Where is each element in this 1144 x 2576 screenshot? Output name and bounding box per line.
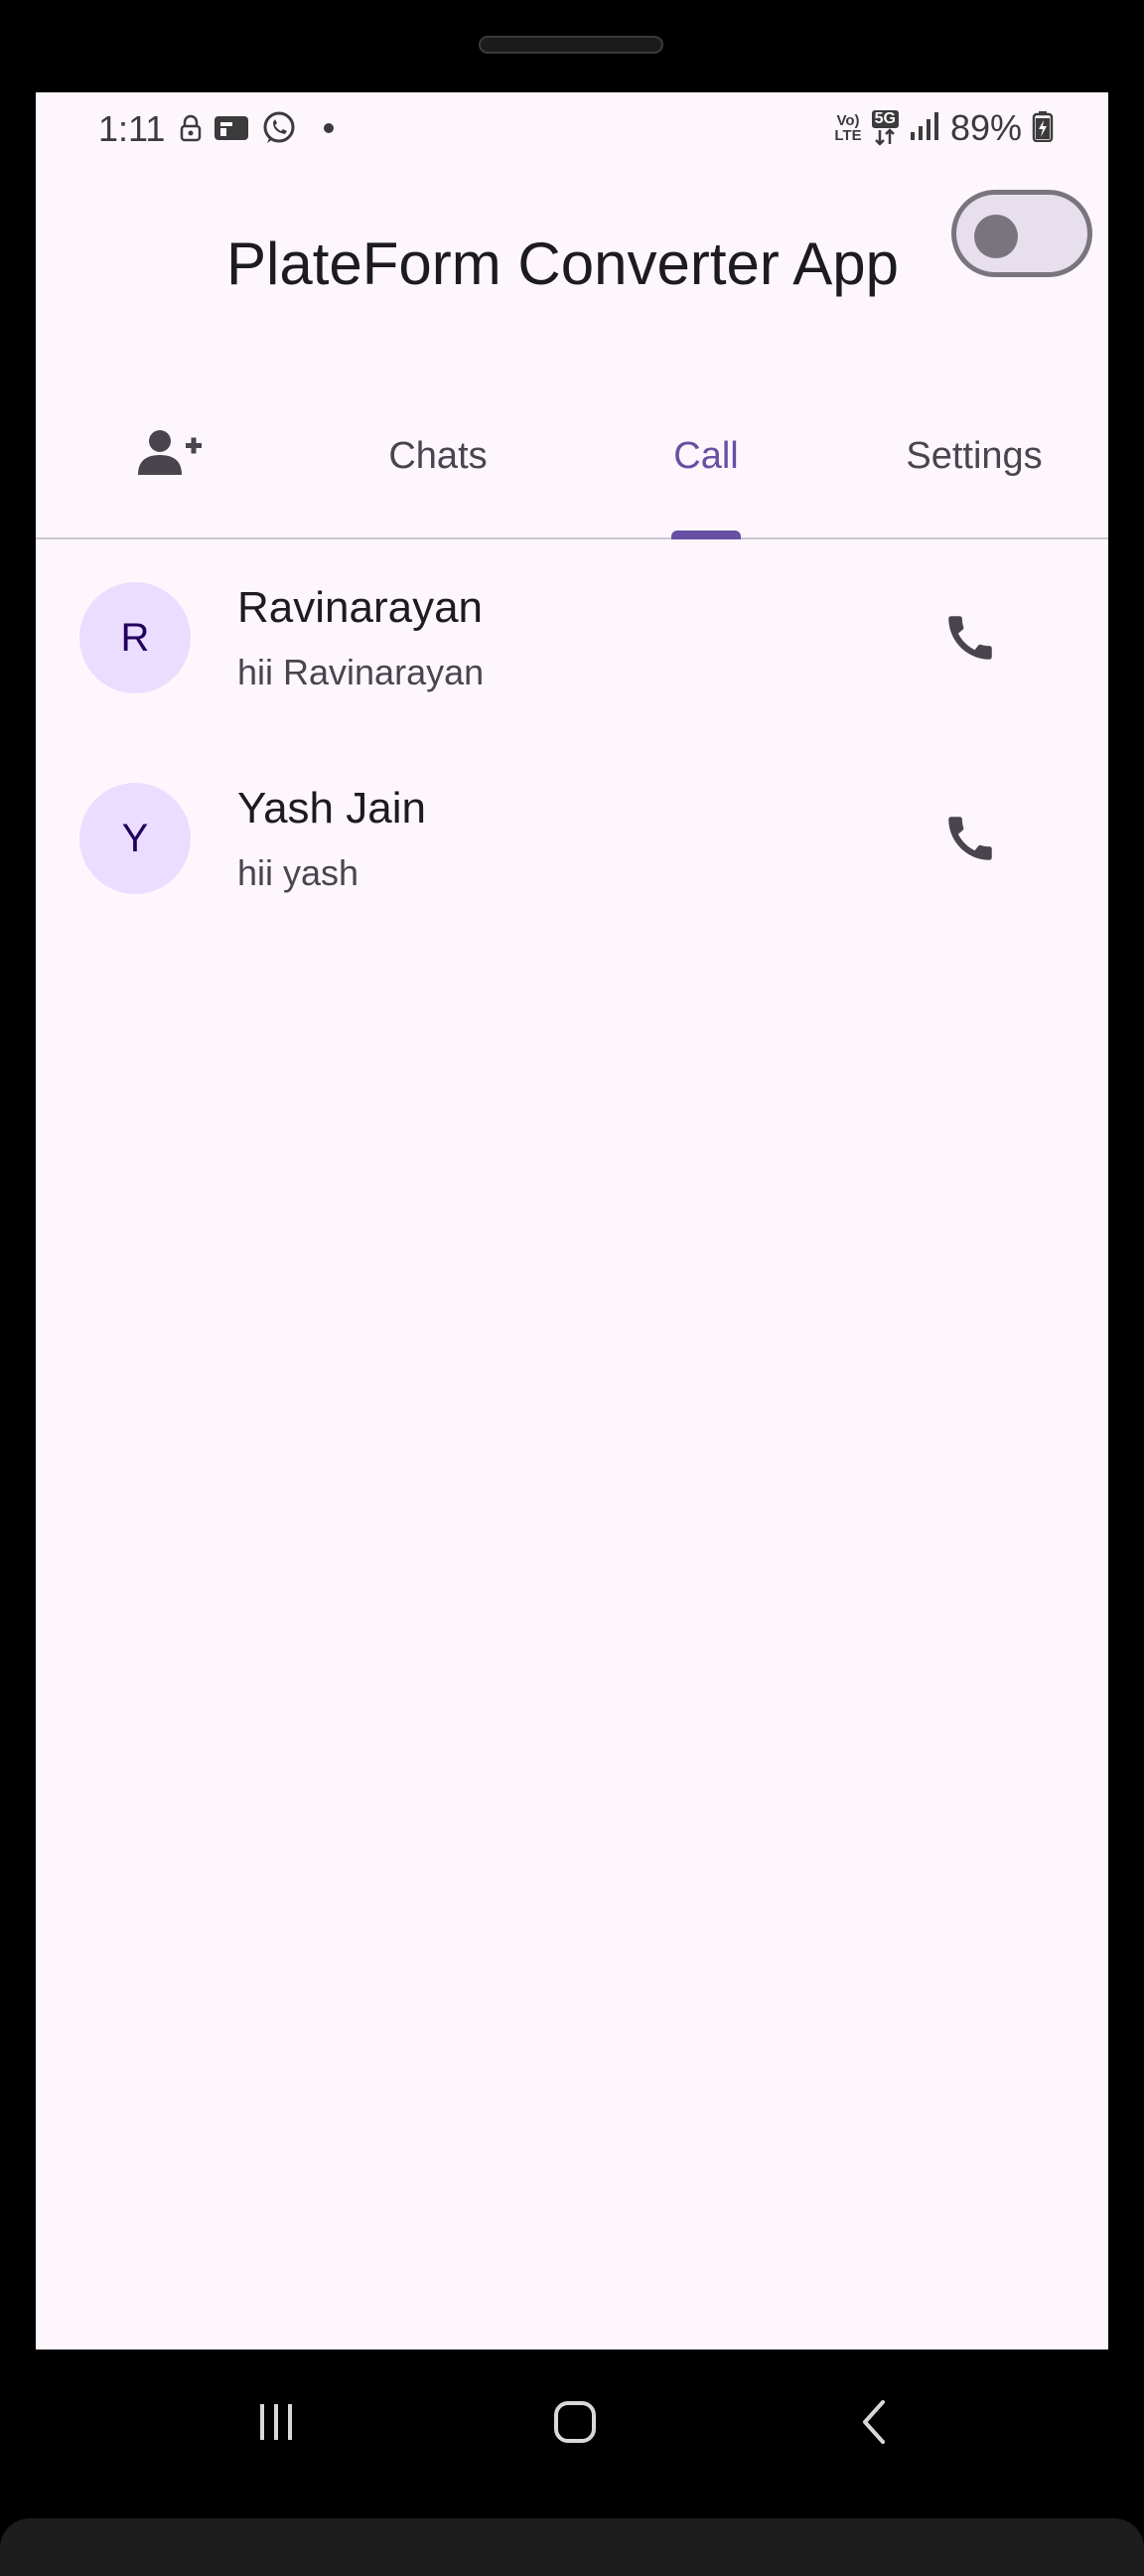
screen: 1:11 Vo) LTE 5G 89% PlateForm Converter … [36,92,1108,2349]
status-time: 1:11 [98,108,166,149]
tab-bar: Chats Call Settings [36,376,1108,539]
phone-icon [941,609,999,672]
back-icon [853,2398,901,2451]
network-5g-icon: 5G [871,110,899,146]
contact-name: Yash Jain [237,784,426,833]
more-notifications-dot-icon [309,121,339,140]
earpiece-speaker [479,36,663,54]
tab-settings[interactable]: Settings [840,376,1108,537]
back-button[interactable] [842,2389,912,2459]
contact-message: hii yash [237,852,359,893]
list-item[interactable]: R Ravinarayan hii Ravinarayan [36,539,1108,740]
platform-toggle-switch[interactable] [951,190,1092,277]
volte-indicator: Vo) LTE [834,112,862,144]
recents-icon [252,2398,300,2451]
avatar: R [79,582,191,693]
call-list: R Ravinarayan hii Ravinarayan Y Yash Jai… [36,539,1108,941]
toggle-knob [974,215,1018,258]
app-title: PlateForm Converter App [226,230,899,297]
system-navigation-bar [36,2349,1108,2491]
recents-button[interactable] [241,2389,311,2459]
bottom-bezel [0,2518,1144,2576]
battery-percentage: 89% [949,107,1022,148]
status-bar: 1:11 Vo) LTE 5G 89% [36,92,1108,172]
contact-message: hii Ravinarayan [237,652,485,692]
list-item[interactable]: Y Yash Jain hii yash [36,740,1108,941]
home-button[interactable] [540,2389,610,2459]
signal-icon [909,110,940,147]
tab-chats-label: Chats [388,435,488,477]
news-icon [214,114,249,147]
avatar: Y [79,783,191,894]
call-button[interactable] [931,601,1009,679]
tab-call-label: Call [673,435,739,477]
notification-icons [180,110,339,150]
phone-icon [941,810,999,872]
system-status-icons: Vo) LTE 5G 89% [834,106,1054,150]
contact-name: Ravinarayan [237,583,484,632]
app-bar: PlateForm Converter App [36,192,1108,341]
person-add-icon [136,427,204,487]
tab-add-contact[interactable] [36,376,304,537]
tab-settings-label: Settings [906,435,1043,477]
call-button[interactable] [931,802,1009,879]
tab-call[interactable]: Call [572,376,840,539]
phone-frame: 1:11 Vo) LTE 5G 89% PlateForm Converter … [0,0,1144,2576]
whatsapp-icon [261,110,297,151]
battery-charging-icon [1032,110,1054,147]
lock-icon [180,114,202,147]
tab-chats[interactable]: Chats [304,376,572,537]
active-tab-indicator [671,530,741,539]
home-icon [551,2398,599,2451]
